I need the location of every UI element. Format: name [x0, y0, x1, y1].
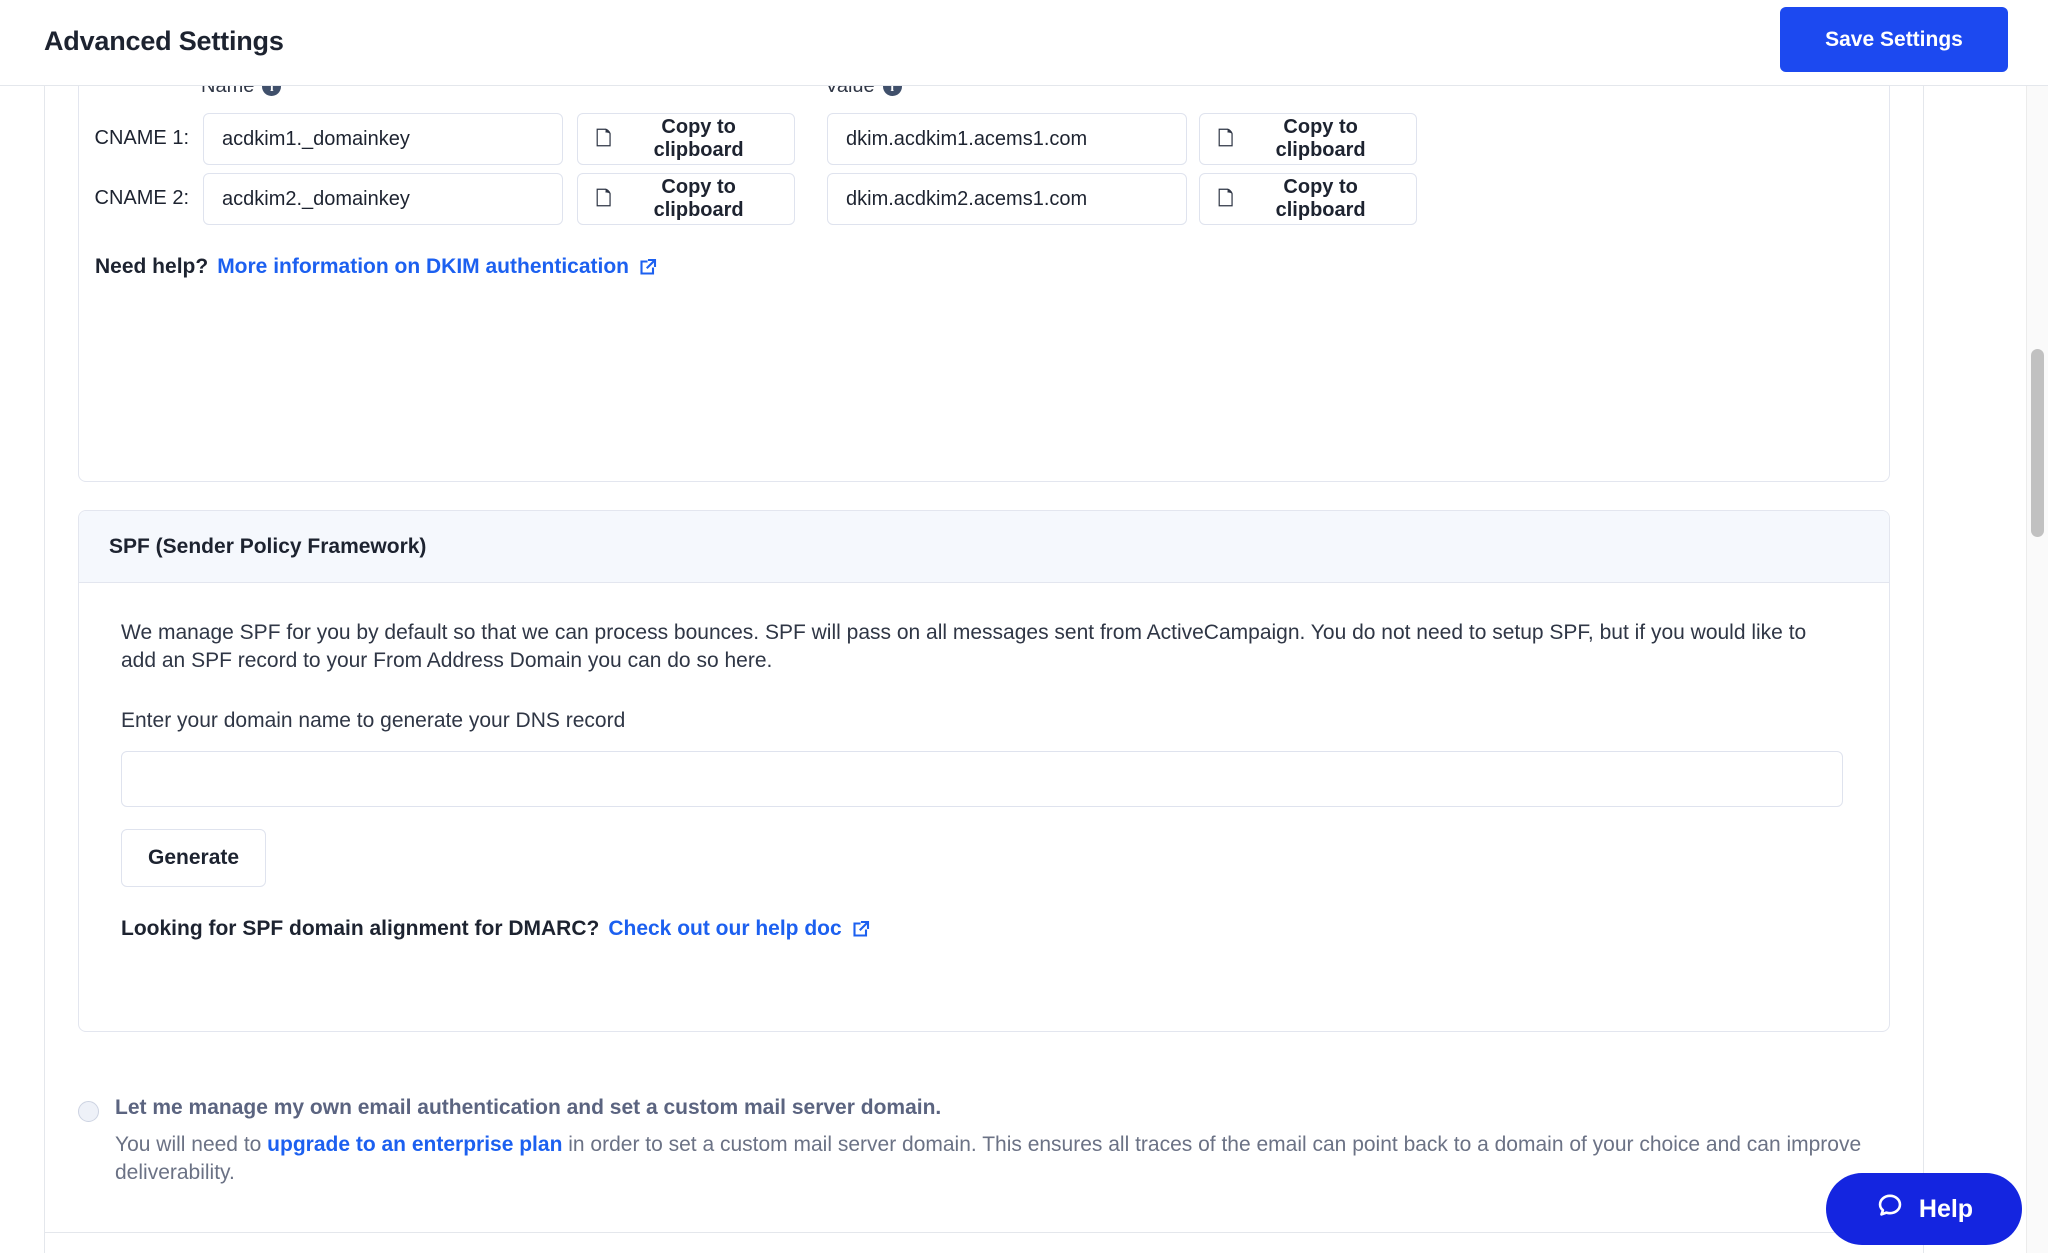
dmarc-help-link[interactable]: Check out our help doc	[608, 917, 841, 941]
save-settings-button[interactable]: Save Settings	[1780, 7, 2008, 72]
cname-1-value-field[interactable]: dkim.acdkim1.acems1.com	[827, 113, 1187, 165]
vertical-scrollbar-thumb[interactable]	[2031, 349, 2044, 537]
cname-2-row-label: CNAME 2:	[94, 187, 189, 209]
external-link-icon[interactable]	[851, 919, 871, 939]
help-chat-button[interactable]: Help	[1826, 1173, 2022, 1245]
cname-1-value-copy-label: Copy to clipboard	[1275, 116, 1366, 161]
external-link-icon[interactable]	[638, 257, 658, 277]
generate-button[interactable]: Generate	[121, 828, 267, 887]
spf-input-label: Enter your domain name to generate your …	[121, 708, 626, 732]
dmarc-help-prefix: Looking for SPF domain alignment for DMA…	[121, 916, 600, 940]
spf-description: We manage SPF for you by default so that…	[121, 621, 1807, 673]
custom-domain-radio[interactable]	[78, 1101, 99, 1122]
spf-card-body: We manage SPF for you by default so that…	[79, 583, 1889, 941]
footer-divider	[44, 1232, 1924, 1233]
spf-card: SPF (Sender Policy Framework) We manage …	[78, 510, 1890, 1032]
spf-card-heading: SPF (Sender Policy Framework)	[79, 511, 1889, 583]
copy-icon: 🗋	[1218, 128, 1234, 150]
info-icon[interactable]: i	[262, 86, 282, 96]
cname-1-name-copy-label: Copy to clipboard	[653, 116, 744, 161]
cname-2-value-copy-button[interactable]: 🗋 Copy to clipboard	[1199, 173, 1417, 225]
custom-domain-desc-before: You will need to	[115, 1133, 268, 1156]
dkim-panel: Name i Value i CNAME 1: acdkim1._domaink…	[78, 86, 1890, 482]
copy-icon: 🗋	[1218, 188, 1234, 210]
dkim-name-column-header: Name i	[201, 86, 282, 98]
vertical-scrollbar-track[interactable]	[2026, 86, 2048, 1253]
cname-2-name-field[interactable]: acdkim2._domainkey	[203, 173, 563, 225]
cname-1-name-copy-button[interactable]: 🗋 Copy to clipboard	[577, 113, 795, 165]
dkim-value-column-label: Value	[825, 86, 875, 97]
dkim-name-column-label: Name	[201, 86, 255, 97]
copy-icon: 🗋	[596, 188, 612, 210]
copy-icon: 🗋	[596, 128, 612, 150]
dkim-help-link[interactable]: More information on DKIM authentication	[217, 255, 629, 279]
cname-2-value-field[interactable]: dkim.acdkim2.acems1.com	[827, 173, 1187, 225]
dkim-help-prefix: Need help?	[95, 255, 209, 278]
cname-1-row-label: CNAME 1:	[94, 127, 189, 149]
dmarc-help-line: Looking for SPF domain alignment for DMA…	[121, 917, 1847, 941]
custom-domain-radio-label: Let me manage my own email authenticatio…	[115, 1096, 942, 1119]
custom-domain-option-block: Let me manage my own email authenticatio…	[78, 1096, 1890, 1186]
spf-domain-input[interactable]	[121, 750, 1843, 807]
cname-1-name-field[interactable]: acdkim1._domainkey	[203, 113, 563, 165]
cname-2-name-copy-label: Copy to clipboard	[653, 176, 744, 221]
custom-domain-description: You will need to upgrade to an enterpris…	[115, 1131, 1875, 1186]
chat-bubble-icon	[1875, 1191, 1905, 1228]
page-title: Advanced Settings	[44, 26, 284, 56]
dkim-value-column-header: Value i	[825, 86, 902, 98]
top-bar: Advanced Settings Save Settings	[0, 0, 2048, 86]
info-icon[interactable]: i	[882, 86, 902, 96]
cname-2-name-copy-button[interactable]: 🗋 Copy to clipboard	[577, 173, 795, 225]
cname-1-value-copy-button[interactable]: 🗋 Copy to clipboard	[1199, 113, 1417, 165]
help-chat-label: Help	[1918, 1194, 1974, 1223]
settings-scroll-region: Name i Value i CNAME 1: acdkim1._domaink…	[0, 86, 2048, 1253]
dkim-help-line: Need help? More information on DKIM auth…	[95, 255, 658, 279]
upgrade-enterprise-link[interactable]: upgrade to an enterprise plan	[267, 1133, 562, 1156]
cname-2-value-copy-label: Copy to clipboard	[1275, 176, 1366, 221]
custom-domain-radio-row[interactable]: Let me manage my own email authenticatio…	[78, 1096, 1890, 1122]
